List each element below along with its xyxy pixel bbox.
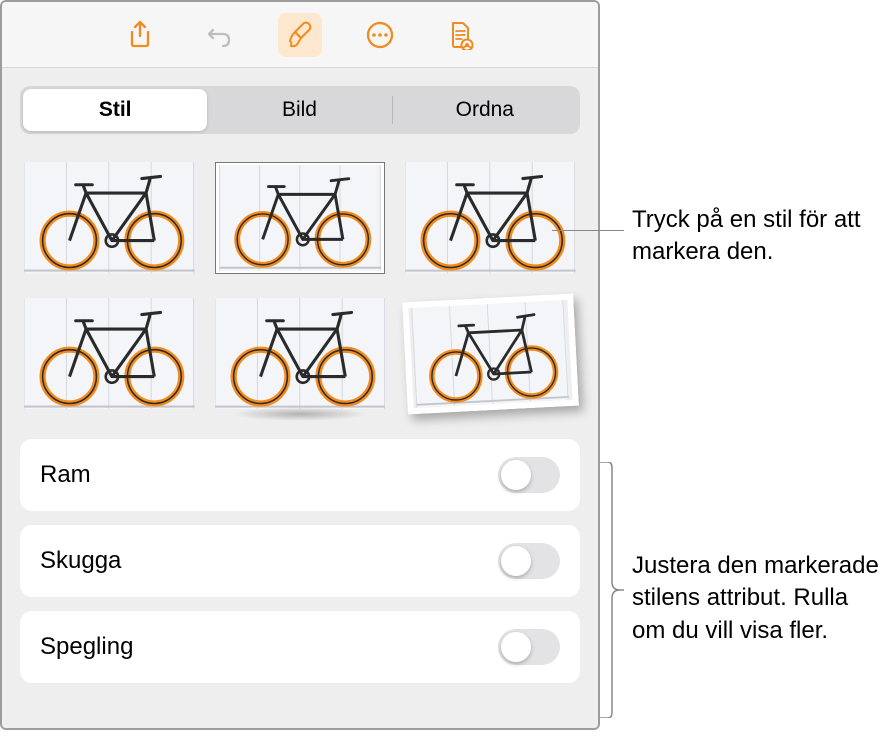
style-option-3[interactable] (405, 162, 576, 274)
toggle-knob (501, 546, 531, 576)
tab-bild[interactable]: Bild (207, 89, 391, 131)
undo-button[interactable] (198, 13, 242, 57)
toggle-ram[interactable] (498, 457, 560, 493)
callout-style-hint: Tryck på en stil för att markera den. (632, 204, 887, 269)
toggle-skugga[interactable] (498, 543, 560, 579)
style-option-4[interactable] (24, 298, 195, 410)
setting-skugga: Skugga (20, 525, 580, 597)
brush-icon (285, 20, 315, 50)
style-grid (20, 162, 580, 409)
toolbar (2, 2, 598, 68)
document-settings-button[interactable] (438, 13, 482, 57)
tab-stil[interactable]: Stil (23, 89, 207, 131)
toggle-spegling[interactable] (498, 629, 560, 665)
document-icon (445, 20, 475, 50)
content-area: Stil Bild Ordna (2, 68, 598, 728)
setting-spegling: Spegling (20, 611, 580, 683)
callout-attr-hint: Justera den markerade stilens attribut. … (632, 550, 887, 647)
style-option-5[interactable] (215, 298, 386, 410)
style-option-2[interactable] (215, 162, 386, 274)
toggle-knob (501, 460, 531, 490)
settings-list: Ram Skugga Spegling (20, 439, 580, 683)
style-option-6[interactable] (403, 293, 579, 413)
share-button[interactable] (118, 13, 162, 57)
format-panel: Stil Bild Ordna (0, 0, 600, 730)
callout-leader-1 (552, 230, 624, 231)
toggle-knob (501, 632, 531, 662)
setting-spegling-label: Spegling (40, 633, 133, 661)
more-button[interactable] (358, 13, 402, 57)
callout-bracket (598, 462, 624, 718)
style-option-1[interactable] (24, 162, 195, 274)
undo-icon (205, 20, 235, 50)
share-icon (125, 20, 155, 50)
setting-skugga-label: Skugga (40, 547, 121, 575)
tab-ordna[interactable]: Ordna (393, 89, 577, 131)
setting-ram: Ram (20, 439, 580, 511)
tab-bar: Stil Bild Ordna (20, 86, 580, 134)
setting-ram-label: Ram (40, 461, 91, 489)
format-button[interactable] (278, 13, 322, 57)
more-icon (365, 20, 395, 50)
